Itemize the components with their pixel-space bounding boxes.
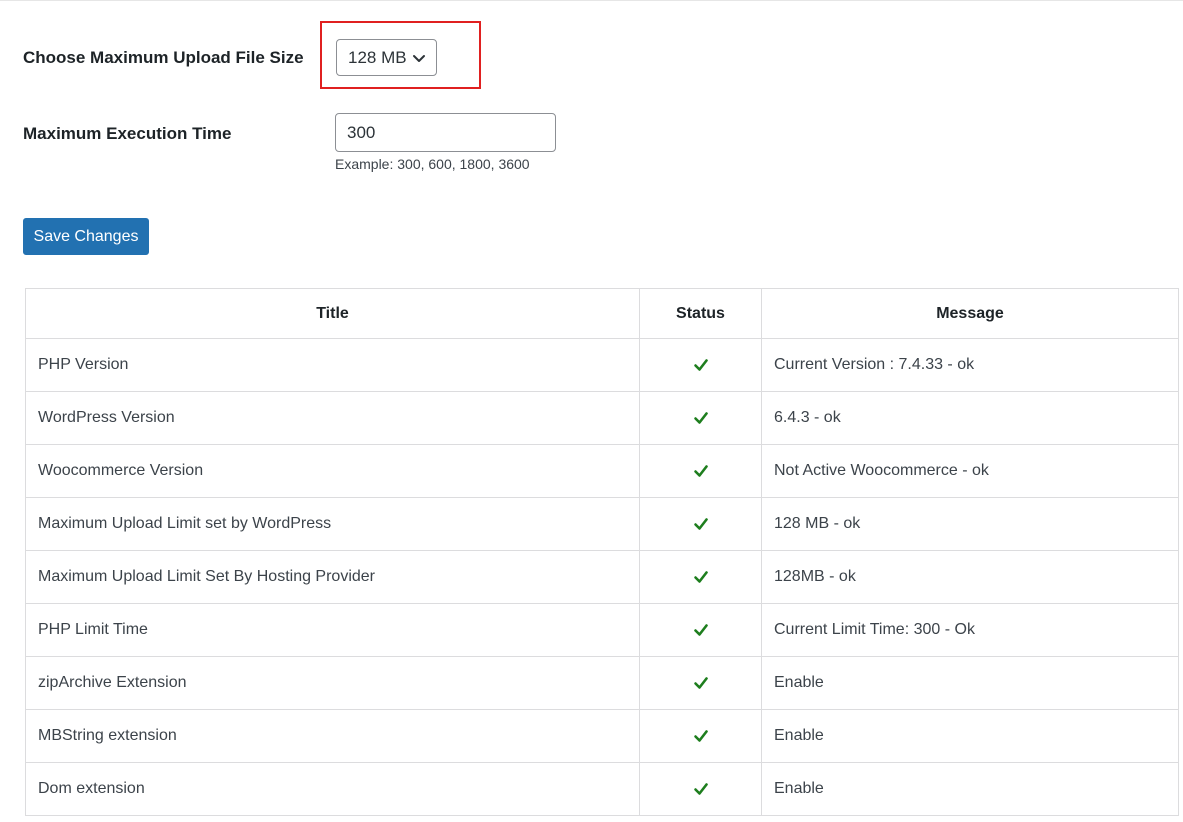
execution-time-label: Maximum Execution Time [23, 124, 232, 143]
row-status-cell [639, 709, 762, 763]
row-status-cell [639, 391, 762, 445]
table-row: Maximum Upload Limit Set By Hosting Prov… [25, 550, 1179, 604]
execution-time-input[interactable] [335, 113, 556, 152]
check-icon [693, 676, 708, 689]
row-title-cell: Maximum Upload Limit Set By Hosting Prov… [25, 550, 640, 604]
row-message-cell: 6.4.3 - ok [761, 391, 1179, 445]
table-row: MBString extension Enable [25, 709, 1179, 763]
row-title-cell: Maximum Upload Limit set by WordPress [25, 497, 640, 551]
top-divider [0, 0, 1183, 1]
row-title-cell: PHP Version [25, 338, 640, 392]
upload-size-label: Choose Maximum Upload File Size [23, 48, 304, 67]
check-icon [693, 411, 708, 424]
row-message-cell: Enable [761, 709, 1179, 763]
chevron-down-icon [413, 55, 425, 62]
row-title-cell: MBString extension [25, 709, 640, 763]
row-message-cell: Enable [761, 656, 1179, 710]
row-status-cell [639, 656, 762, 710]
check-icon [693, 358, 708, 371]
table-body: PHP Version Current Version : 7.4.33 - ok… [25, 338, 1179, 816]
table-row: Dom extension Enable [25, 762, 1179, 816]
table-row: Woocommerce Version Not Active Woocommerc… [25, 444, 1179, 498]
status-table: Title Status Message PHP Version Current … [25, 288, 1179, 816]
execution-time-hint: Example: 300, 600, 1800, 3600 [335, 156, 530, 172]
table-row: zipArchive Extension Enable [25, 656, 1179, 710]
table-header-row: Title Status Message [25, 288, 1179, 339]
row-message-cell: Current Version : 7.4.33 - ok [761, 338, 1179, 392]
upload-size-select-value: 128 MB [348, 47, 407, 67]
row-status-cell [639, 444, 762, 498]
row-title-cell: PHP Limit Time [25, 603, 640, 657]
row-status-cell [639, 762, 762, 816]
check-icon [693, 782, 708, 795]
row-title-cell: Dom extension [25, 762, 640, 816]
row-status-cell [639, 603, 762, 657]
table-row: Maximum Upload Limit set by WordPress 128… [25, 497, 1179, 551]
header-message: Message [761, 288, 1179, 339]
upload-size-select[interactable]: 128 MB [336, 39, 437, 76]
row-title-cell: WordPress Version [25, 391, 640, 445]
table-row: WordPress Version 6.4.3 - ok [25, 391, 1179, 445]
row-message-cell: 128MB - ok [761, 550, 1179, 604]
row-message-cell: 128 MB - ok [761, 497, 1179, 551]
check-icon [693, 623, 708, 636]
check-icon [693, 729, 708, 742]
save-changes-button[interactable]: Save Changes [23, 218, 149, 255]
row-message-cell: Enable [761, 762, 1179, 816]
row-title-cell: zipArchive Extension [25, 656, 640, 710]
check-icon [693, 570, 708, 583]
row-status-cell [639, 338, 762, 392]
row-message-cell: Current Limit Time: 300 - Ok [761, 603, 1179, 657]
table-row: PHP Version Current Version : 7.4.33 - ok [25, 338, 1179, 392]
row-message-cell: Not Active Woocommerce - ok [761, 444, 1179, 498]
header-title: Title [25, 288, 640, 339]
row-title-cell: Woocommerce Version [25, 444, 640, 498]
check-icon [693, 464, 708, 477]
header-status: Status [639, 288, 762, 339]
row-status-cell [639, 497, 762, 551]
check-icon [693, 517, 708, 530]
table-row: PHP Limit Time Current Limit Time: 300 - … [25, 603, 1179, 657]
row-status-cell [639, 550, 762, 604]
